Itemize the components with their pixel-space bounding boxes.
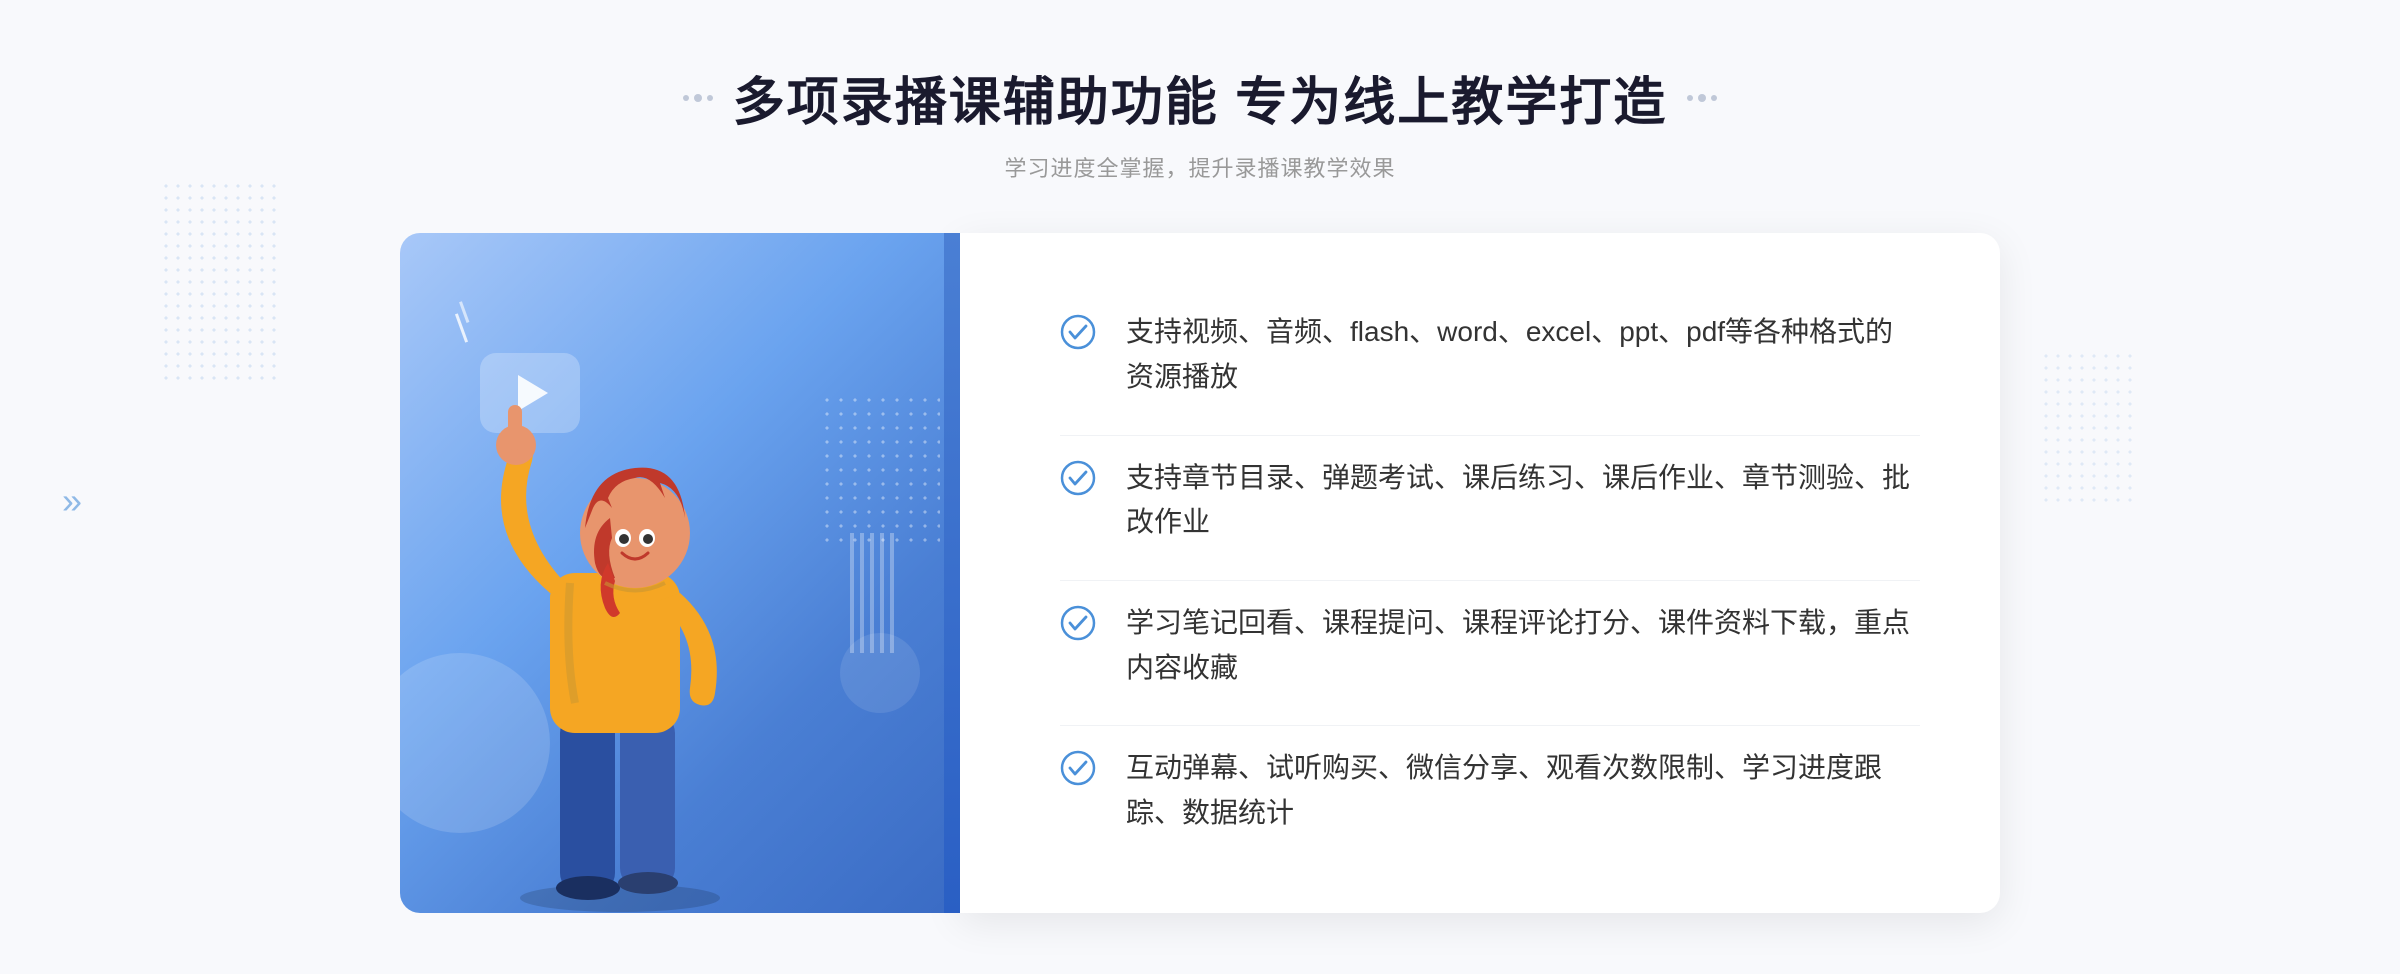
dots-decoration-left (683, 94, 713, 102)
feature-item-3: 学习笔记回看、课程提问、课程评论打分、课件资料下载，重点内容收藏 (1060, 580, 1920, 711)
page-container: » 多项录播课辅助功能 专为线上教学打造 学习进度全掌握，提升录播课教学效果 (0, 0, 2400, 974)
header-section: 多项录播课辅助功能 专为线上教学打造 学习进度全掌握，提升录播课教学效果 (683, 60, 1717, 183)
bg-dots-right-decoration (2040, 350, 2140, 510)
feature-item-1: 支持视频、音频、flash、word、excel、ppt、pdf等各种格式的资源… (1060, 290, 1920, 420)
page-title: 多项录播课辅助功能 专为线上教学打造 (733, 60, 1667, 135)
illustration-panel (400, 233, 960, 913)
feature-item-4: 互动弹幕、试听购买、微信分享、观看次数限制、学习进度跟踪、数据统计 (1060, 725, 1920, 856)
content-area: 支持视频、音频、flash、word、excel、ppt、pdf等各种格式的资源… (400, 233, 2000, 913)
circle-small-decoration (840, 633, 920, 713)
check-icon-2 (1060, 460, 1096, 496)
feature-item-2: 支持章节目录、弹题考试、课后练习、课后作业、章节测验、批改作业 (1060, 435, 1920, 566)
feature-text-4: 互动弹幕、试听购买、微信分享、观看次数限制、学习进度跟踪、数据统计 (1126, 746, 1920, 836)
arrow-left-decoration: » (62, 480, 82, 522)
features-panel: 支持视频、音频、flash、word、excel、ppt、pdf等各种格式的资源… (960, 233, 2000, 913)
check-icon-3 (1060, 605, 1096, 641)
human-figure-illustration (460, 353, 840, 913)
header-title-row: 多项录播课辅助功能 专为线上教学打造 (683, 60, 1717, 135)
check-icon-4 (1060, 750, 1096, 786)
dots-decoration-right (1687, 94, 1717, 102)
feature-text-3: 学习笔记回看、课程提问、课程评论打分、课件资料下载，重点内容收藏 (1126, 601, 1920, 691)
accent-bar (944, 233, 960, 913)
bg-dots-left-decoration (160, 180, 280, 380)
feature-text-1: 支持视频、音频、flash、word、excel、ppt、pdf等各种格式的资源… (1126, 310, 1920, 400)
check-icon-1 (1060, 314, 1096, 350)
light-rays-decoration (455, 313, 468, 342)
page-subtitle: 学习进度全掌握，提升录播课教学效果 (683, 151, 1717, 183)
feature-text-2: 支持章节目录、弹题考试、课后练习、课后作业、章节测验、批改作业 (1126, 456, 1920, 546)
